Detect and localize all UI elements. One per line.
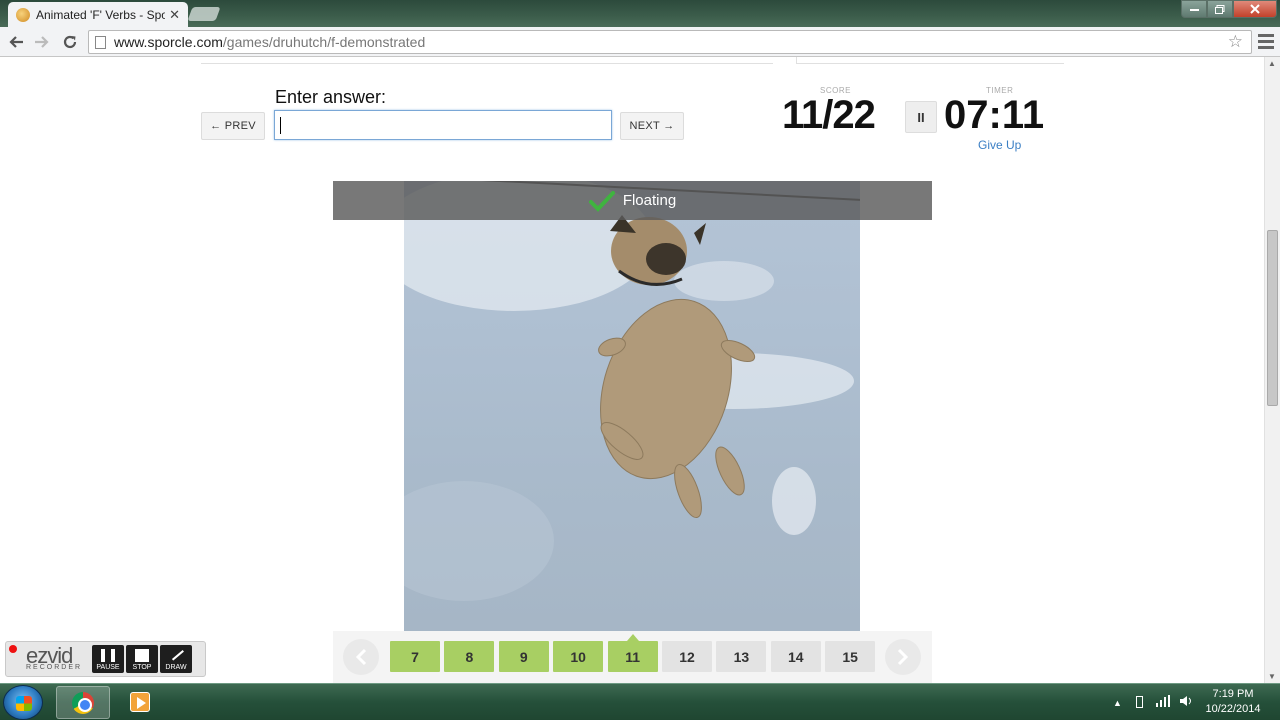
chevron-left-icon [355,648,367,666]
scroll-up-icon[interactable]: ▲ [1268,59,1276,68]
scroll-thumb[interactable] [1267,230,1278,406]
page-scrollbar[interactable]: ▲ ▼ [1264,57,1280,683]
answer-number-item[interactable]: 15 [825,641,876,672]
answer-reveal-bar: Floating [333,181,932,220]
ezvid-draw-button[interactable]: DRAW [160,645,192,673]
nav-prev-arrow[interactable] [343,639,379,675]
minimize-button[interactable] [1181,0,1207,18]
ezvid-pause-label: PAUSE [96,664,120,671]
taskbar-media-player[interactable] [116,686,164,719]
new-tab-button[interactable] [187,7,221,21]
ezvid-subtitle: RECORDER [26,664,83,671]
page-viewport: Enter answer: ← PREV NEXT → SCORE 11/22 … [0,57,1264,683]
answer-number-item[interactable]: 14 [770,641,821,672]
arrow-right-icon [35,36,49,48]
current-item-marker [627,634,639,641]
pause-icon [101,649,115,662]
ezvid-stop-label: STOP [132,664,152,671]
browser-toolbar: www.sporcle.com /games/druhutch/f-demons… [0,27,1280,57]
quiz-image-pug [404,181,860,631]
forward-button[interactable] [31,31,53,53]
restore-button[interactable] [1207,0,1233,18]
chrome-icon [72,692,94,714]
star-icon[interactable]: ☆ [1228,32,1243,52]
reload-button[interactable] [59,31,81,53]
nav-next-arrow[interactable] [885,639,921,675]
scroll-down-icon[interactable]: ▼ [1268,672,1276,681]
stop-icon [135,649,149,662]
address-bar[interactable]: www.sporcle.com /games/druhutch/f-demons… [88,30,1252,54]
answer-number-item[interactable]: 8 [444,641,495,672]
windows-taskbar: ▲ 7:19 PM 10/22/2014 [0,683,1280,720]
chrome-menu-icon[interactable] [1258,31,1274,51]
divider [796,63,1064,64]
divider [796,57,797,63]
pause-icon: II [917,109,925,125]
taskbar-chrome[interactable] [56,686,110,719]
chevron-right-icon [897,648,909,666]
ezvid-stop-button[interactable]: STOP [126,645,158,673]
next-button[interactable]: NEXT → [620,112,684,140]
arrow-left-icon [9,36,23,48]
start-button[interactable] [3,685,43,720]
answer-input[interactable] [274,110,612,140]
answer-number-item[interactable]: 12 [662,641,712,672]
network-signal-icon[interactable] [1156,695,1170,710]
ezvid-logo: ezvid [26,643,73,668]
close-icon [1250,4,1260,14]
check-icon [588,190,615,212]
reload-icon [63,35,77,49]
sporcle-favicon-icon [16,7,30,22]
url-path: /games/druhutch/f-demonstrated [222,34,426,50]
clock-date: 10/22/2014 [1205,703,1261,715]
minimize-icon [1189,8,1199,11]
text-caret [280,117,281,134]
give-up-link[interactable]: Give Up [978,138,1021,152]
answer-number-item[interactable]: 13 [716,641,767,672]
ezvid-pause-button[interactable]: PAUSE [92,645,124,673]
prev-button[interactable]: ← PREV [201,112,265,140]
ezvid-draw-label: DRAW [165,664,187,671]
divider [201,63,773,64]
browser-titlebar: Animated 'F' Verbs - Sporcle ✕ [0,0,1280,27]
tab-close-icon[interactable]: ✕ [169,7,180,23]
restore-icon [1215,4,1225,14]
back-button[interactable] [5,31,27,53]
revealed-answer: Floating [622,192,677,209]
system-clock[interactable]: 7:19 PM 10/22/2014 [1198,687,1268,717]
record-indicator-icon [9,645,17,653]
pug-illustration [404,181,854,601]
answer-number-item[interactable]: 7 [390,641,440,672]
timer-value: 07:11 [944,93,1045,137]
windows-logo-icon [16,696,32,711]
answer-number-item[interactable]: 11 [607,641,658,672]
battery-icon[interactable] [1136,696,1143,708]
url-host: www.sporcle.com [114,34,223,50]
score-value: 11/22 [782,93,876,137]
volume-icon[interactable] [1179,695,1193,710]
answer-number-item[interactable]: 9 [498,641,549,672]
tab-title: Animated 'F' Verbs - Sporcle [36,7,166,22]
close-window-button[interactable] [1233,0,1277,18]
enter-answer-label: Enter answer: [275,87,387,107]
page-icon [95,35,106,49]
answer-number-item[interactable]: 10 [553,641,604,672]
pen-icon [168,645,184,661]
tab-sporcle[interactable]: Animated 'F' Verbs - Sporcle ✕ [8,2,188,27]
show-hidden-icons-icon[interactable]: ▲ [1113,698,1122,708]
pause-button[interactable]: II [905,101,937,133]
answer-navigation: 7 8 9 10 11 12 13 14 15 [333,631,932,683]
clock-time: 7:19 PM [1212,688,1254,700]
media-player-icon [130,692,150,712]
ezvid-recorder-widget: ezvid RECORDER PAUSE STOP DRAW [5,641,206,677]
